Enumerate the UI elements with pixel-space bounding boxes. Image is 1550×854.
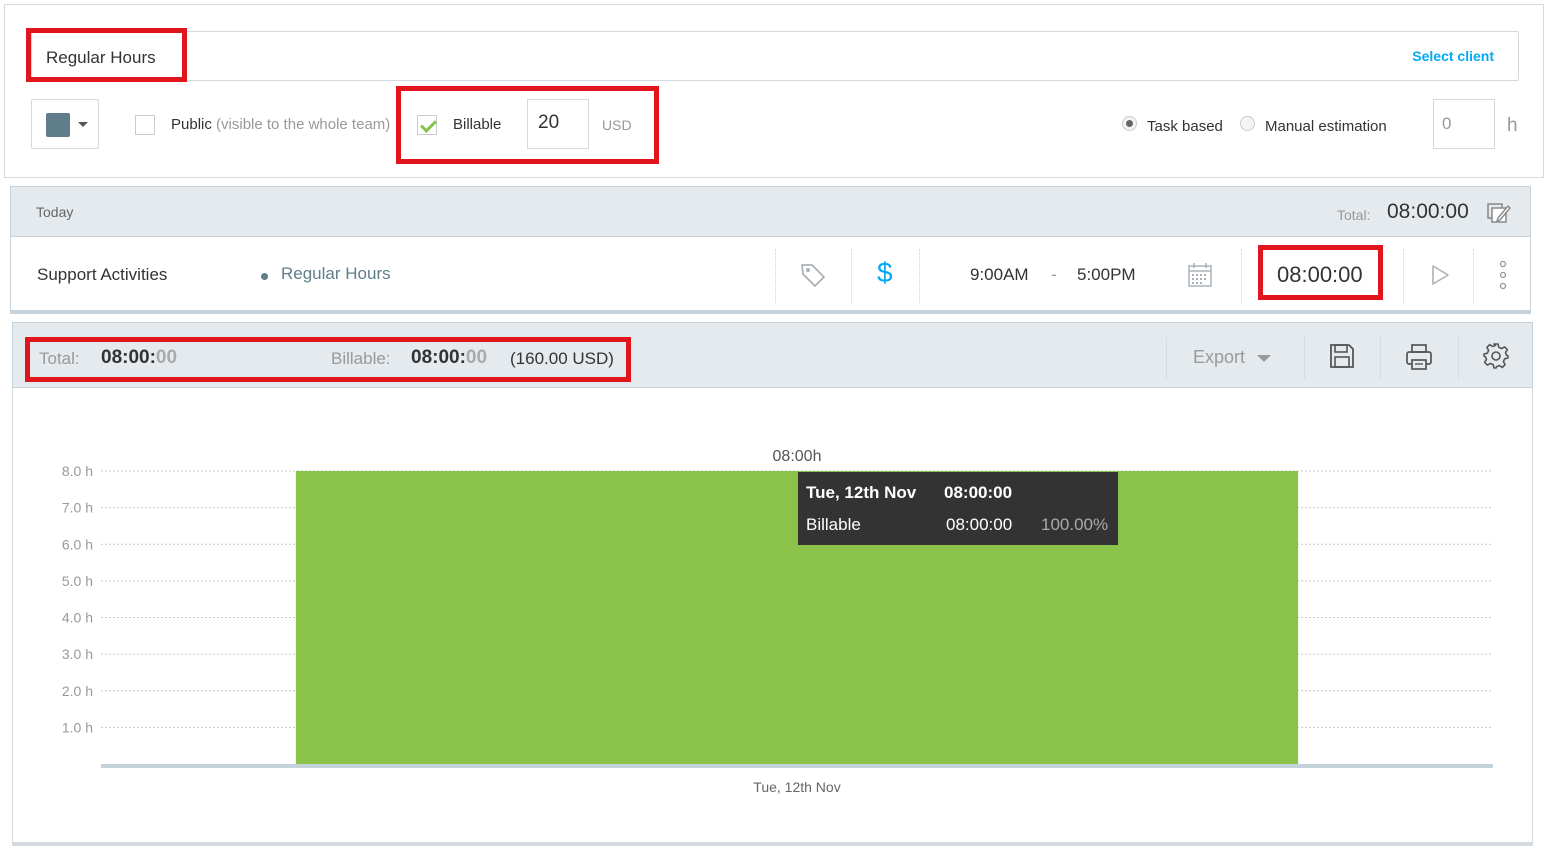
export-button[interactable]: Export bbox=[1193, 347, 1272, 368]
start-time[interactable]: 9:00AM bbox=[970, 265, 1029, 285]
play-icon[interactable] bbox=[1429, 263, 1451, 287]
bar-chart: 8.0 h 7.0 h 6.0 h 5.0 h 4.0 h 3.0 h 2.0 h 1.0 h… bbox=[62, 448, 1493, 795]
x-tick-label: Tue, 12th Nov bbox=[753, 779, 840, 795]
color-swatch bbox=[46, 113, 70, 137]
manual-estimation-label: Manual estimation bbox=[1265, 118, 1387, 135]
day-total-value: 08:00:00 bbox=[1387, 200, 1469, 223]
entry-duration[interactable]: 08:00:00 bbox=[1277, 262, 1363, 288]
select-client-link[interactable]: Select client bbox=[1412, 48, 1494, 64]
chevron-down-icon bbox=[78, 122, 88, 127]
divider bbox=[775, 249, 776, 303]
divider bbox=[1458, 337, 1459, 379]
y-tick-label: 2.0 h bbox=[62, 683, 93, 699]
day-total-label: Total: bbox=[1337, 207, 1371, 223]
divider bbox=[1473, 249, 1474, 303]
manual-estimation-radio[interactable] bbox=[1240, 116, 1255, 131]
estimate-unit-label: h bbox=[1507, 115, 1518, 136]
project-edit-panel: Regular Hours Select client Public (visi… bbox=[4, 4, 1544, 178]
more-options-icon[interactable] bbox=[1497, 259, 1509, 291]
bulk-edit-icon[interactable] bbox=[1487, 201, 1511, 223]
report-billable-value: 08:00:00 bbox=[411, 347, 487, 369]
chart-tooltip: Tue, 12th Nov 08:00:00 Billable 08:00:00… bbox=[798, 472, 1118, 545]
bar-value-label: 08:00h bbox=[773, 448, 822, 465]
gear-icon[interactable] bbox=[1483, 343, 1509, 369]
color-picker-button[interactable] bbox=[31, 99, 99, 149]
entry-project[interactable]: Regular Hours bbox=[281, 264, 391, 284]
tooltip-percent: 100.00% bbox=[1041, 515, 1109, 534]
hourly-rate-input[interactable]: 20 bbox=[527, 99, 589, 149]
divider bbox=[851, 249, 852, 303]
public-label: Public (visible to the whole team) bbox=[171, 116, 390, 133]
tooltip-date: Tue, 12th Nov bbox=[806, 483, 917, 502]
day-group-header: Today Total: 08:00:00 bbox=[10, 186, 1531, 236]
divider bbox=[1166, 337, 1167, 379]
currency-label: USD bbox=[602, 117, 632, 133]
time-entry-row: Support Activities Regular Hours $ 9:00A… bbox=[10, 236, 1531, 314]
calendar-icon[interactable] bbox=[1187, 262, 1213, 288]
day-label: Today bbox=[36, 204, 74, 220]
y-tick-label: 3.0 h bbox=[62, 646, 93, 662]
report-summary-bar: Total: 08:00:00 Billable: 08:00:00 (160.… bbox=[12, 322, 1533, 388]
report-total-main: 08:00: bbox=[101, 347, 156, 368]
report-total-value: 08:00:00 bbox=[101, 347, 177, 369]
task-based-radio[interactable] bbox=[1122, 116, 1137, 131]
public-label-text: Public bbox=[171, 116, 212, 133]
y-tick-label: 6.0 h bbox=[62, 536, 93, 552]
y-tick-label: 4.0 h bbox=[62, 610, 93, 626]
y-tick-label: 5.0 h bbox=[62, 573, 93, 589]
end-time[interactable]: 5:00PM bbox=[1077, 265, 1136, 285]
report-billable-seconds: 00 bbox=[465, 347, 488, 368]
divider bbox=[1380, 337, 1381, 379]
divider bbox=[919, 249, 920, 303]
task-based-label: Task based bbox=[1147, 118, 1223, 135]
estimate-input[interactable]: 0 bbox=[1433, 99, 1495, 149]
tooltip-series-name: Billable bbox=[806, 515, 861, 534]
chevron-down-icon bbox=[1257, 354, 1272, 362]
tooltip-date-value: 08:00:00 bbox=[944, 483, 1013, 502]
save-icon[interactable] bbox=[1329, 343, 1355, 369]
print-icon[interactable] bbox=[1405, 343, 1433, 371]
export-label: Export bbox=[1193, 347, 1246, 367]
y-tick-label: 1.0 h bbox=[62, 719, 93, 735]
public-hint: (visible to the whole team) bbox=[216, 116, 391, 133]
report-total-label: Total: bbox=[39, 349, 80, 368]
entry-description[interactable]: Support Activities bbox=[37, 265, 167, 285]
tooltip-series-value: 08:00:00 bbox=[946, 515, 1013, 534]
billable-dollar-icon[interactable]: $ bbox=[877, 257, 893, 289]
y-tick-label: 7.0 h bbox=[62, 500, 93, 516]
public-checkbox[interactable] bbox=[135, 115, 155, 135]
report-billable-amount: (160.00 USD) bbox=[510, 349, 614, 368]
report-billable-label: Billable: bbox=[331, 349, 391, 368]
divider bbox=[1241, 249, 1242, 303]
billable-checkbox[interactable] bbox=[417, 115, 437, 135]
chart-panel: 8.0 h 7.0 h 6.0 h 5.0 h 4.0 h 3.0 h 2.0 h 1.0 h… bbox=[12, 388, 1533, 846]
y-tick-label: 8.0 h bbox=[62, 463, 93, 479]
project-name-value[interactable]: Regular Hours bbox=[46, 48, 156, 68]
report-billable-main: 08:00: bbox=[411, 347, 466, 368]
divider bbox=[1304, 337, 1305, 379]
chart-bar bbox=[295, 471, 1299, 764]
tag-icon[interactable] bbox=[799, 261, 827, 289]
billable-label: Billable bbox=[453, 116, 502, 133]
time-separator: - bbox=[1051, 265, 1057, 284]
project-color-dot bbox=[261, 273, 268, 280]
report-total-seconds: 00 bbox=[155, 347, 178, 368]
divider bbox=[1403, 249, 1404, 303]
project-name-field[interactable]: Regular Hours Select client bbox=[31, 31, 1519, 81]
